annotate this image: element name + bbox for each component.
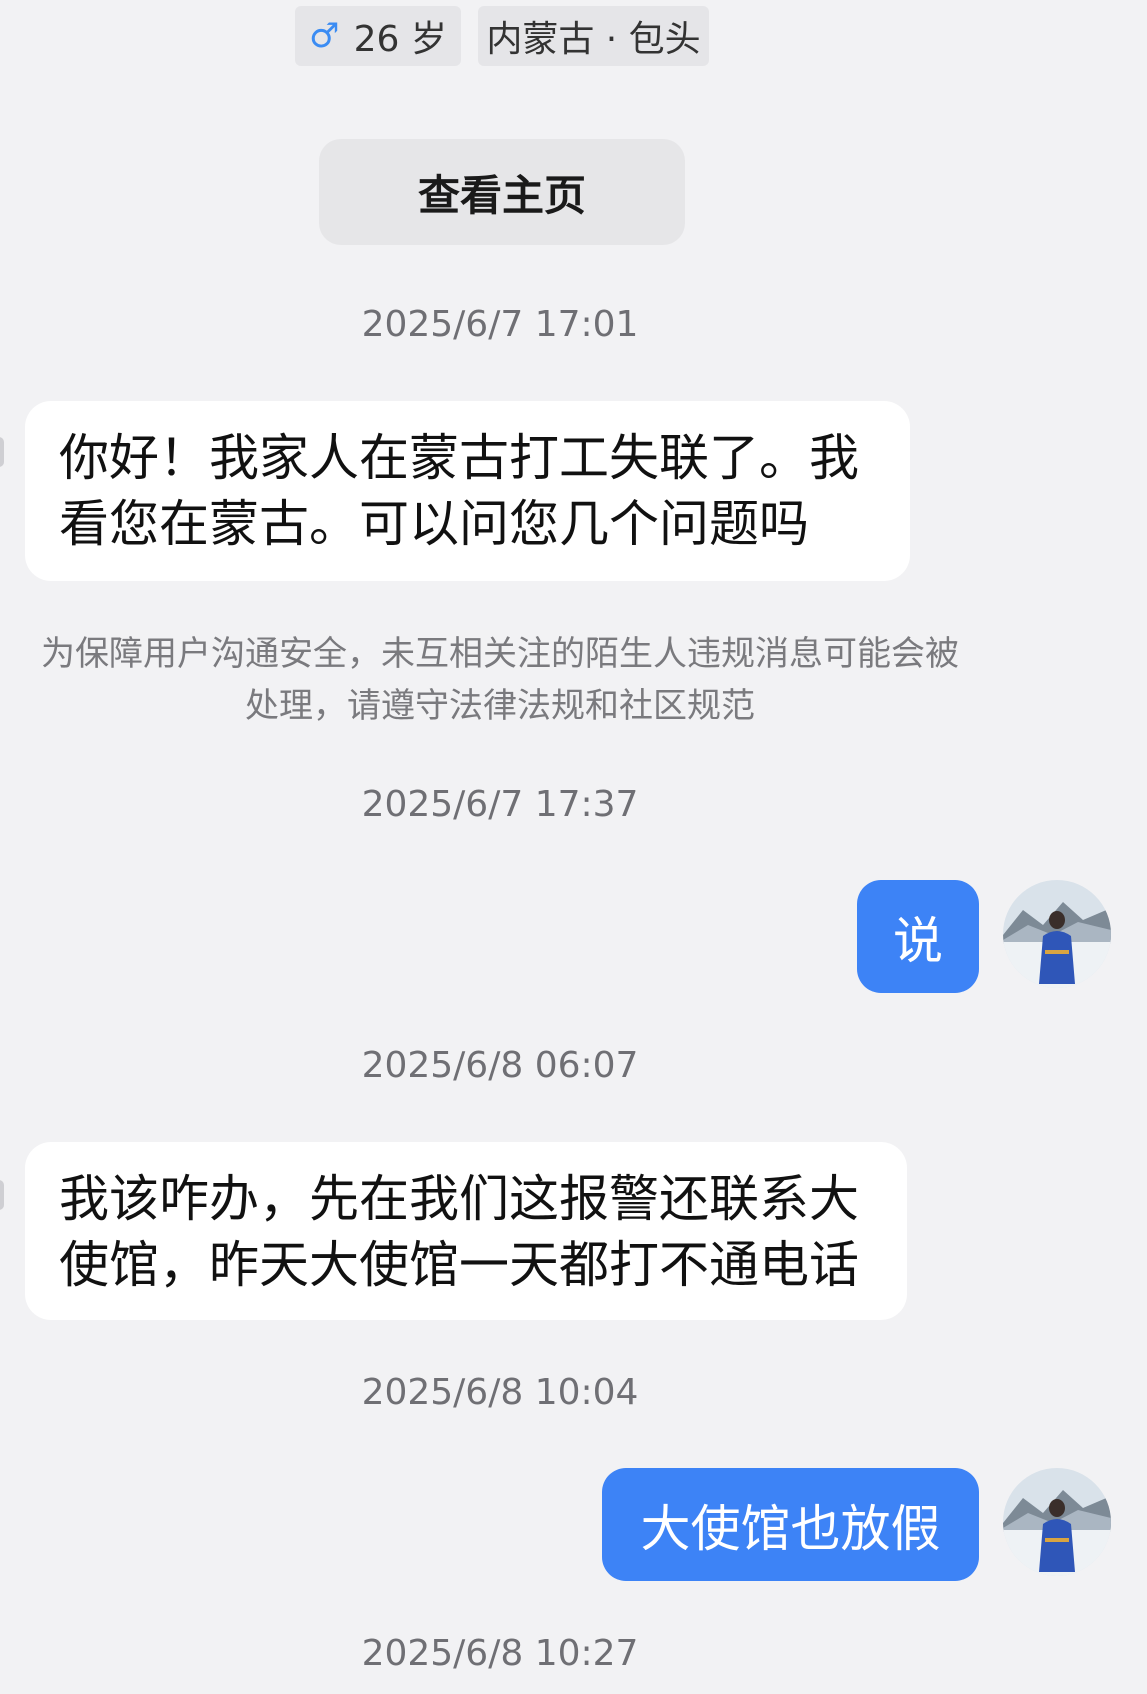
incoming-message-bubble[interactable]: 你好！我家人在蒙古打工失联了。我 看您在蒙古。可以问您几个问题吗 — [25, 401, 910, 581]
incoming-avatar-edge[interactable] — [0, 1180, 4, 1210]
avatar-image — [1003, 880, 1111, 988]
message-text: 大使馆也放假 — [640, 1499, 941, 1558]
view-homepage-label: 查看主页 — [417, 170, 586, 220]
message-line: 我该咋办，先在我们这报警还联系大 — [59, 1170, 859, 1228]
incoming-message-bubble[interactable]: 我该咋办，先在我们这报警还联系大 使馆，昨天大使馆一天都打不通电话 — [25, 1142, 907, 1320]
user-avatar[interactable] — [1003, 1468, 1111, 1576]
incoming-avatar-edge[interactable] — [0, 437, 4, 467]
message-line: 你好！我家人在蒙古打工失联了。我 — [59, 429, 859, 487]
safety-notice: 为保障用户沟通安全，未互相关注的陌生人违规消息可能会被 处理，请遵守法律法规和社… — [10, 628, 990, 732]
message-line: 看您在蒙古。可以问您几个问题吗 — [59, 495, 809, 553]
location-text: 内蒙古 · 包头 — [486, 19, 701, 60]
notice-line: 处理，请遵守法律法规和社区规范 — [245, 686, 755, 726]
view-homepage-button[interactable]: 查看主页 — [319, 139, 685, 245]
male-icon: ♂ — [309, 16, 340, 56]
message-line: 使馆，昨天大使馆一天都打不通电话 — [59, 1236, 859, 1294]
message-text: 说 — [893, 911, 943, 970]
gender-age-tag: ♂ 26 岁 — [295, 6, 461, 66]
timestamp: 2025/6/7 17:37 — [361, 784, 639, 825]
timestamp: 2025/6/8 06:07 — [361, 1045, 639, 1086]
timestamp: 2025/6/7 17:01 — [361, 304, 639, 345]
age-text: 26 岁 — [353, 19, 447, 60]
outgoing-message-bubble[interactable]: 说 — [857, 880, 979, 993]
notice-line: 为保障用户沟通安全，未互相关注的陌生人违规消息可能会被 — [41, 634, 959, 674]
avatar-image — [1003, 1468, 1111, 1576]
timestamp: 2025/6/8 10:27 — [361, 1633, 639, 1674]
outgoing-message-bubble[interactable]: 大使馆也放假 — [602, 1468, 979, 1581]
timestamp: 2025/6/8 10:04 — [361, 1372, 639, 1413]
location-tag: 内蒙古 · 包头 — [478, 6, 709, 66]
user-avatar[interactable] — [1003, 880, 1111, 988]
